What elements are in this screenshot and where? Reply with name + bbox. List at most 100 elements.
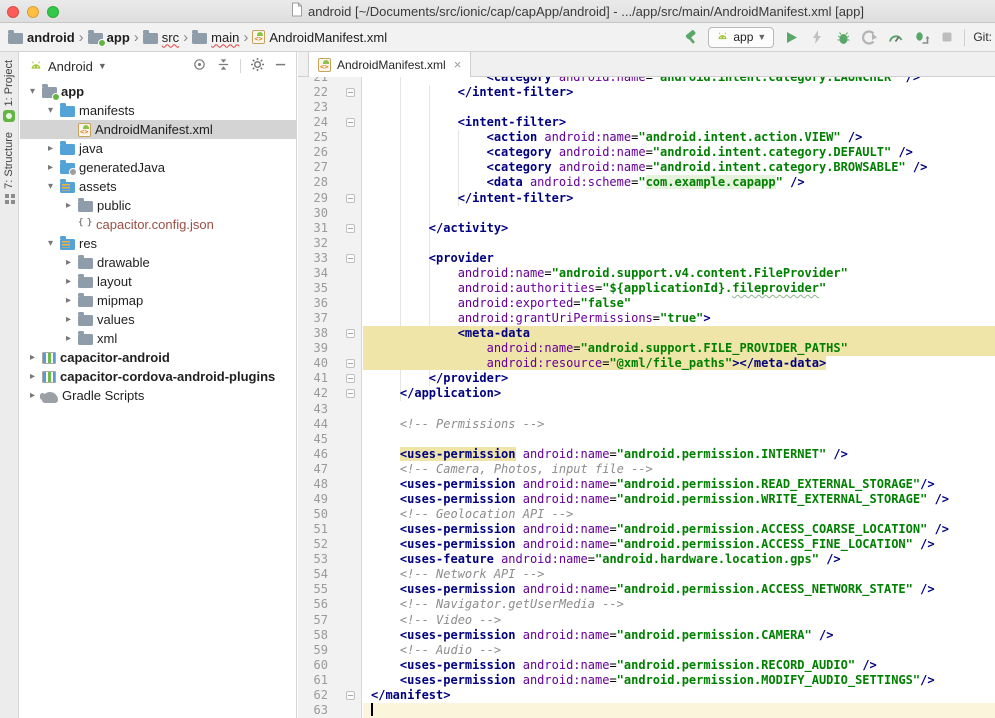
code-line-27[interactable]: <category android:name="android.intent.c…: [363, 160, 995, 175]
code-line-37[interactable]: android:grantUriPermissions="true">: [363, 311, 995, 326]
tree-item-androidmanifest-xml[interactable]: AndroidManifest.xml: [20, 120, 296, 139]
fold-marker-icon[interactable]: [346, 691, 355, 700]
profiler-icon[interactable]: [886, 28, 904, 46]
fold-marker-icon[interactable]: [346, 389, 355, 398]
fold-marker-icon[interactable]: [346, 88, 355, 97]
breadcrumb-item-android[interactable]: android: [8, 30, 75, 45]
code-line-51[interactable]: <uses-permission android:name="android.p…: [363, 522, 995, 537]
project-tool-button[interactable]: 1: Project: [3, 60, 15, 106]
tree-item-generatedjava[interactable]: ▸generatedJava: [20, 158, 296, 177]
gear-icon[interactable]: [250, 57, 265, 75]
fold-marker-icon[interactable]: [346, 194, 355, 203]
code-line-47[interactable]: <!-- Camera, Photos, input file -->: [363, 462, 995, 477]
tree-item-assets[interactable]: ▾assets: [20, 177, 296, 196]
fold-marker-icon[interactable]: [346, 224, 355, 233]
code-line-60[interactable]: <uses-permission android:name="android.p…: [363, 658, 995, 673]
code-line-28[interactable]: <data android:scheme="com.example.capapp…: [363, 175, 995, 190]
code-line-46[interactable]: <uses-permission android:name="android.p…: [363, 447, 995, 462]
structure-tool-button[interactable]: 7: Structure: [3, 132, 15, 189]
minimize-window-button[interactable]: [27, 6, 39, 18]
code-line-52[interactable]: <uses-permission android:name="android.p…: [363, 537, 995, 552]
tree-expanded-arrow-icon[interactable]: ▾: [45, 238, 56, 249]
code-line-50[interactable]: <!-- Geolocation API -->: [363, 507, 995, 522]
code-line-49[interactable]: <uses-permission android:name="android.p…: [363, 492, 995, 507]
collapse-all-icon[interactable]: [216, 57, 231, 75]
code-line-56[interactable]: <!-- Navigator.getUserMedia -->: [363, 597, 995, 612]
breadcrumb-item-src[interactable]: src: [143, 30, 179, 45]
code-line-43[interactable]: [363, 402, 995, 417]
code-line-32[interactable]: [363, 236, 995, 251]
code-line-36[interactable]: android:exported="false": [363, 296, 995, 311]
code-line-25[interactable]: <action android:name="android.intent.act…: [363, 130, 995, 145]
code-line-63[interactable]: [363, 703, 995, 718]
tree-item-capacitor-android[interactable]: ▸capacitor-android: [20, 348, 296, 367]
code-line-55[interactable]: <uses-permission android:name="android.p…: [363, 582, 995, 597]
breadcrumb-item-androidmanifest-xml[interactable]: AndroidManifest.xml: [252, 30, 387, 45]
tree-item-manifests[interactable]: ▾manifests: [20, 101, 296, 120]
code-line-41[interactable]: </provider>: [363, 371, 995, 386]
tree-collapsed-arrow-icon[interactable]: ▸: [63, 314, 74, 325]
tree-collapsed-arrow-icon[interactable]: ▸: [63, 333, 74, 344]
code-line-44[interactable]: <!-- Permissions -->: [363, 417, 995, 432]
code-line-59[interactable]: <!-- Audio -->: [363, 643, 995, 658]
code-line-23[interactable]: [363, 100, 995, 115]
tree-item-app[interactable]: ▾app: [20, 82, 296, 101]
code-line-61[interactable]: <uses-permission android:name="android.p…: [363, 673, 995, 688]
code-area[interactable]: <category android:name="android.intent.c…: [363, 77, 995, 718]
tree-item-drawable[interactable]: ▸drawable: [20, 253, 296, 272]
tree-collapsed-arrow-icon[interactable]: ▸: [27, 371, 38, 382]
tree-item-public[interactable]: ▸public: [20, 196, 296, 215]
code-line-38[interactable]: <meta-data: [363, 326, 995, 341]
code-line-21[interactable]: <category android:name="android.intent.c…: [363, 77, 995, 85]
locate-file-icon[interactable]: [192, 57, 207, 75]
tree-collapsed-arrow-icon[interactable]: ▸: [27, 390, 38, 401]
run-button[interactable]: [782, 28, 800, 46]
breadcrumb-item-main[interactable]: main: [192, 30, 239, 45]
debug-button[interactable]: [834, 28, 852, 46]
tree-item-gradle-scripts[interactable]: ▸Gradle Scripts: [20, 386, 296, 405]
close-icon[interactable]: ×: [454, 57, 462, 72]
code-line-39[interactable]: android:name="android.support.FILE_PROVI…: [363, 341, 995, 356]
tree-item-capacitor-config-json[interactable]: capacitor.config.json: [20, 215, 296, 234]
fold-marker-icon[interactable]: [346, 359, 355, 368]
close-window-button[interactable]: [7, 6, 19, 18]
build-hammer-icon[interactable]: [682, 28, 700, 46]
code-line-30[interactable]: [363, 206, 995, 221]
hide-panel-icon[interactable]: [274, 58, 287, 74]
tree-item-mipmap[interactable]: ▸mipmap: [20, 291, 296, 310]
tree-collapsed-arrow-icon[interactable]: ▸: [27, 352, 38, 363]
tree-expanded-arrow-icon[interactable]: ▾: [27, 86, 38, 97]
tree-collapsed-arrow-icon[interactable]: ▸: [63, 276, 74, 287]
tree-collapsed-arrow-icon[interactable]: ▸: [63, 257, 74, 268]
project-tool-icon[interactable]: [3, 110, 15, 122]
apply-changes-icon[interactable]: [808, 28, 826, 46]
code-line-57[interactable]: <!-- Video -->: [363, 613, 995, 628]
code-line-58[interactable]: <uses-permission android:name="android.p…: [363, 628, 995, 643]
editor-body[interactable]: 2122232425262728293031323334353637383940…: [298, 77, 995, 718]
project-view-selector[interactable]: Android: [48, 59, 93, 74]
code-line-45[interactable]: [363, 432, 995, 447]
tree-item-java[interactable]: ▸java: [20, 139, 296, 158]
code-line-40[interactable]: android:resource="@xml/file_paths"></met…: [363, 356, 995, 371]
tree-collapsed-arrow-icon[interactable]: ▸: [45, 162, 56, 173]
fold-marker-icon[interactable]: [346, 374, 355, 383]
tree-expanded-arrow-icon[interactable]: ▾: [45, 105, 56, 116]
code-line-26[interactable]: <category android:name="android.intent.c…: [363, 145, 995, 160]
attach-debugger-icon[interactable]: [912, 28, 930, 46]
tree-collapsed-arrow-icon[interactable]: ▸: [63, 295, 74, 306]
tree-collapsed-arrow-icon[interactable]: ▸: [45, 143, 56, 154]
breadcrumb-item-app[interactable]: app: [88, 30, 130, 45]
code-line-48[interactable]: <uses-permission android:name="android.p…: [363, 477, 995, 492]
tree-item-values[interactable]: ▸values: [20, 310, 296, 329]
fold-marker-icon[interactable]: [346, 118, 355, 127]
run-configuration-select[interactable]: app ▼: [708, 27, 774, 48]
run-with-coverage-icon[interactable]: [860, 28, 878, 46]
tree-item-layout[interactable]: ▸layout: [20, 272, 296, 291]
fold-marker-icon[interactable]: [346, 329, 355, 338]
structure-tool-icon[interactable]: [5, 194, 9, 198]
tree-item-capacitor-cordova-android-plugins[interactable]: ▸capacitor-cordova-android-plugins: [20, 367, 296, 386]
tree-item-res[interactable]: ▾res: [20, 234, 296, 253]
zoom-window-button[interactable]: [47, 6, 59, 18]
code-line-53[interactable]: <uses-feature android:name="android.hard…: [363, 552, 995, 567]
code-line-42[interactable]: </application>: [363, 386, 995, 401]
